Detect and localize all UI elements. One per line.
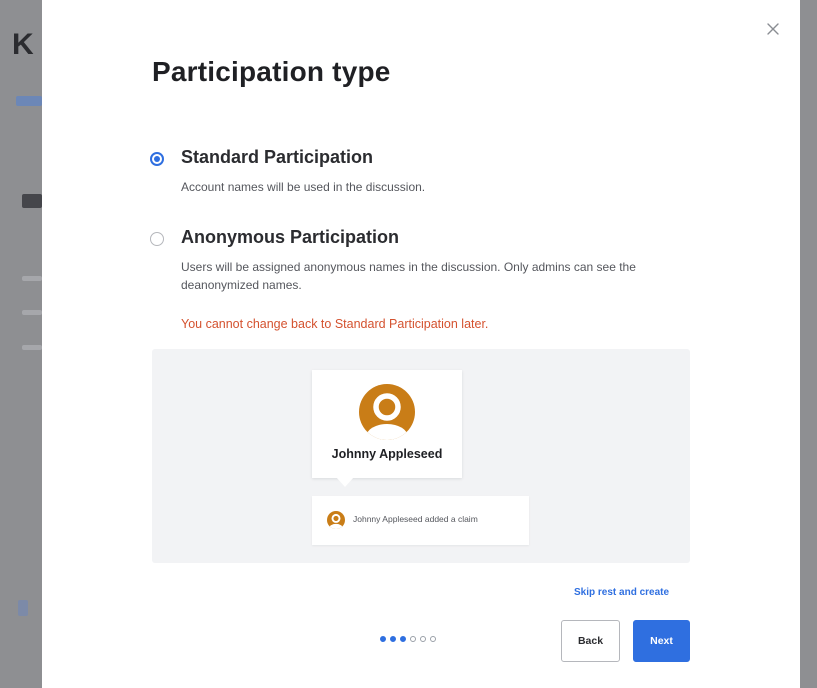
step-dot bbox=[410, 636, 416, 642]
preview-activity-name: Johnny Appleseed bbox=[353, 514, 423, 524]
step-dot bbox=[380, 636, 386, 642]
warning-message: You cannot change back to Standard Parti… bbox=[181, 317, 489, 331]
back-button[interactable]: Back bbox=[561, 620, 620, 662]
step-dot bbox=[430, 636, 436, 642]
background-app-left: K bbox=[0, 0, 42, 688]
background-app-link bbox=[16, 96, 42, 106]
preview-activity-text: Johnny Appleseed added a claim bbox=[353, 514, 478, 524]
preview-profile-name: Johnny Appleseed bbox=[331, 447, 443, 461]
standard-participation-radio[interactable] bbox=[150, 152, 164, 166]
step-dot bbox=[400, 636, 406, 642]
avatar-icon bbox=[359, 384, 415, 440]
participation-type-modal: Participation type Standard Participatio… bbox=[42, 0, 800, 688]
step-dot bbox=[390, 636, 396, 642]
anonymous-participation-description: Users will be assigned anonymous names i… bbox=[181, 260, 636, 292]
preview-activity-action: added a claim bbox=[424, 514, 478, 524]
modal-title: Participation type bbox=[152, 56, 391, 87]
close-icon bbox=[767, 23, 779, 35]
step-indicator bbox=[380, 636, 436, 642]
background-app-right bbox=[800, 0, 817, 688]
background-app-text-line bbox=[22, 276, 42, 281]
preview-activity-card: Johnny Appleseed added a claim bbox=[312, 496, 529, 545]
anonymous-participation-radio[interactable] bbox=[150, 232, 164, 246]
participation-preview: Johnny Appleseed Johnny Appleseed added … bbox=[152, 349, 690, 563]
background-app-letter: K bbox=[12, 28, 34, 61]
standard-participation-label[interactable]: Standard Participation bbox=[181, 147, 373, 168]
next-button[interactable]: Next bbox=[633, 620, 690, 662]
preview-card-pointer bbox=[336, 477, 354, 487]
skip-rest-and-create-link[interactable]: Skip rest and create bbox=[574, 587, 669, 598]
background-app-icon bbox=[18, 600, 28, 616]
anonymous-participation-label[interactable]: Anonymous Participation bbox=[181, 227, 399, 248]
close-button[interactable] bbox=[762, 18, 784, 40]
background-app-heading bbox=[22, 194, 42, 208]
preview-profile-card: Johnny Appleseed bbox=[312, 370, 462, 478]
step-dot bbox=[420, 636, 426, 642]
background-app-text-line bbox=[22, 310, 42, 315]
avatar-small-icon bbox=[327, 511, 345, 529]
standard-participation-description: Account names will be used in the discus… bbox=[181, 180, 426, 194]
background-app-text-line bbox=[22, 345, 42, 350]
